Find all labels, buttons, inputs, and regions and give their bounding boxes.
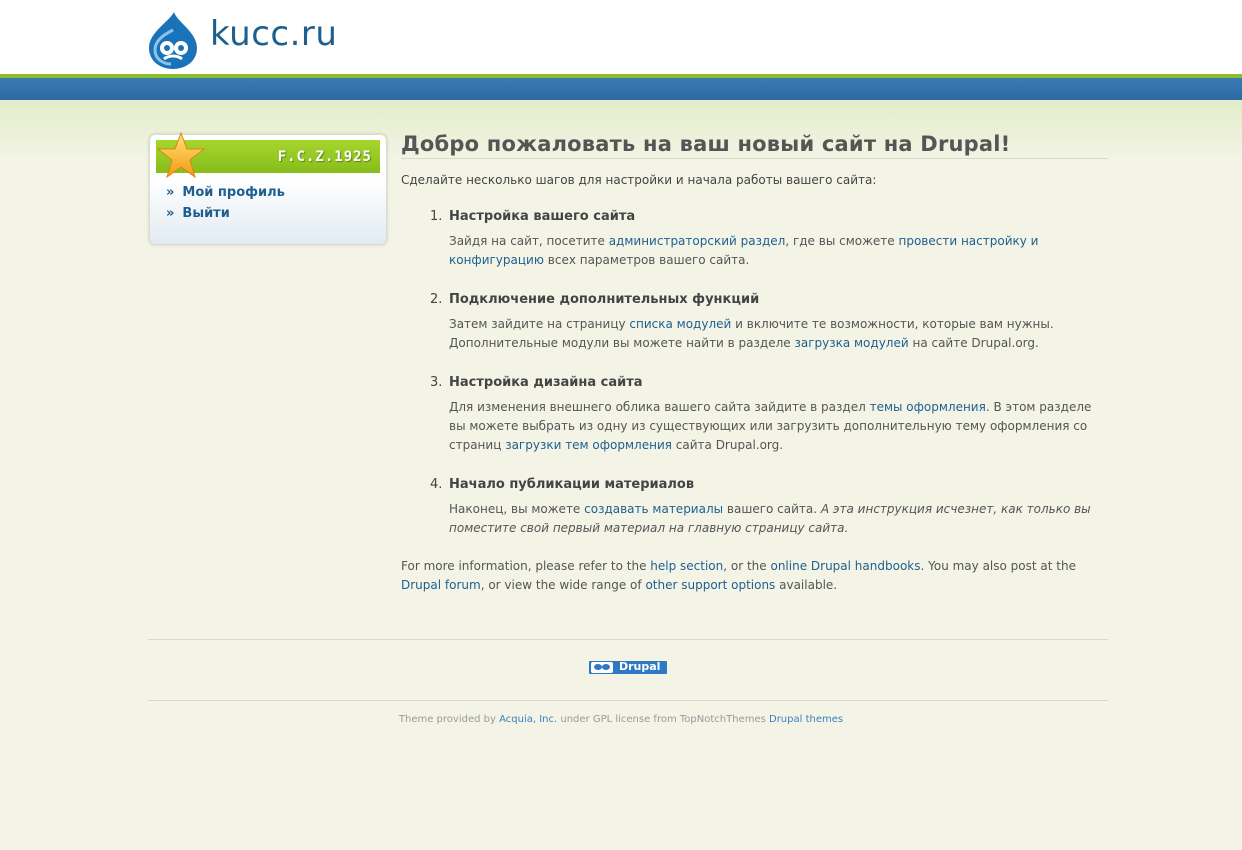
footer-divider <box>148 639 1108 640</box>
powered-by-drupal-badge[interactable]: Drupal <box>589 660 667 674</box>
text: , or the <box>723 559 771 573</box>
step-item: 2. Подключение дополнительных функций За… <box>401 292 1108 353</box>
handbooks-link[interactable]: online Drupal handbooks <box>770 559 920 573</box>
step-title: Настройка вашего сайта <box>449 209 636 224</box>
step-title: Настройка дизайна сайта <box>449 375 643 390</box>
step-number: 2. <box>430 292 443 307</box>
step-item: 1. Настройка вашего сайта Зайдя на сайт,… <box>401 209 1108 270</box>
step-title: Начало публикации материалов <box>449 477 695 492</box>
text: , где вы сможете <box>785 234 899 248</box>
user-menu-item-profile[interactable]: » Мой профиль <box>166 185 285 206</box>
steps-list: 1. Настройка вашего сайта Зайдя на сайт,… <box>401 209 1108 538</box>
step-text: Затем зайдите на страницу списка модулей… <box>449 315 1108 353</box>
page-title: Добро пожаловать на ваш новый сайт на Dr… <box>401 132 1108 159</box>
drupal-drop-icon <box>591 662 613 673</box>
footer-divider <box>148 700 1108 701</box>
badge-label: Drupal <box>619 660 661 673</box>
text: , or view the wide range of <box>480 578 646 592</box>
text: вашего сайта. <box>723 502 821 516</box>
text: Theme provided by <box>398 714 500 725</box>
user-menu: » Мой профиль » Выйти <box>166 185 285 227</box>
text: сайта Drupal.org. <box>671 438 784 452</box>
themes-link[interactable]: темы оформления <box>870 400 986 414</box>
intro-text: Сделайте несколько шагов для настройки и… <box>401 173 877 187</box>
navigation-bar <box>0 78 1242 100</box>
step-title: Подключение дополнительных функций <box>449 292 760 307</box>
main-content: Добро пожаловать на ваш новый сайт на Dr… <box>401 132 1108 595</box>
user-block-title: F.C.Z.1925 <box>277 149 372 165</box>
site-name[interactable]: kucc.ru <box>210 14 337 54</box>
acquia-link[interactable]: Acquia, Inc. <box>499 714 557 725</box>
text: available. <box>775 578 838 592</box>
help-section-link[interactable]: help section <box>650 559 723 573</box>
drupal-themes-link[interactable]: Drupal themes <box>769 714 843 725</box>
download-themes-link[interactable]: загрузки тем оформления <box>505 438 672 452</box>
step-text: Зайдя на сайт, посетите администраторски… <box>449 232 1108 270</box>
text: на сайте Drupal.org. <box>908 336 1039 350</box>
admin-section-link[interactable]: администраторский раздел <box>609 234 786 248</box>
download-modules-link[interactable]: загрузка модулей <box>794 336 908 350</box>
text: . You may also post at the <box>920 559 1076 573</box>
text: Затем зайдите на страницу <box>449 317 630 331</box>
step-item: 3. Настройка дизайна сайта Для изменения… <box>401 375 1108 455</box>
step-text: Для изменения внешнего облика вашего сай… <box>449 398 1108 455</box>
text: всех параметров вашего сайта. <box>543 253 750 267</box>
modules-list-link[interactable]: списка модулей <box>629 317 731 331</box>
star-icon <box>156 131 206 179</box>
user-menu-item-logout[interactable]: » Выйти <box>166 206 285 227</box>
drupal-logo-icon[interactable] <box>147 10 199 70</box>
double-chevron-right-icon: » <box>166 185 175 200</box>
support-options-link[interactable]: other support options <box>645 578 775 592</box>
step-item: 4. Начало публикации материалов Наконец,… <box>401 477 1108 538</box>
text: Зайдя на сайт, посетите <box>449 234 609 248</box>
step-number: 1. <box>430 209 443 224</box>
user-menu-block: F.C.Z.1925 » Мой профиль » Выйти <box>149 131 387 245</box>
drupal-forum-link[interactable]: Drupal forum <box>401 578 481 592</box>
double-chevron-right-icon: » <box>166 206 175 221</box>
header: kucc.ru <box>0 0 1242 74</box>
theme-credits: Theme provided by Acquia, Inc. under GPL… <box>0 714 1242 725</box>
text: under GPL license from TopNotchThemes <box>557 714 769 725</box>
create-content-link[interactable]: создавать материалы <box>584 502 723 516</box>
text: For more information, please refer to th… <box>401 559 651 573</box>
text: Для изменения внешнего облика вашего сай… <box>449 400 870 414</box>
logout-link[interactable]: Выйти <box>182 206 229 221</box>
step-text: Наконец, вы можете создавать материалы в… <box>449 500 1108 538</box>
step-number: 3. <box>430 375 443 390</box>
step-number: 4. <box>430 477 443 492</box>
my-profile-link[interactable]: Мой профиль <box>182 185 284 200</box>
more-info-text: For more information, please refer to th… <box>401 557 1108 595</box>
text: Наконец, вы можете <box>449 502 585 516</box>
